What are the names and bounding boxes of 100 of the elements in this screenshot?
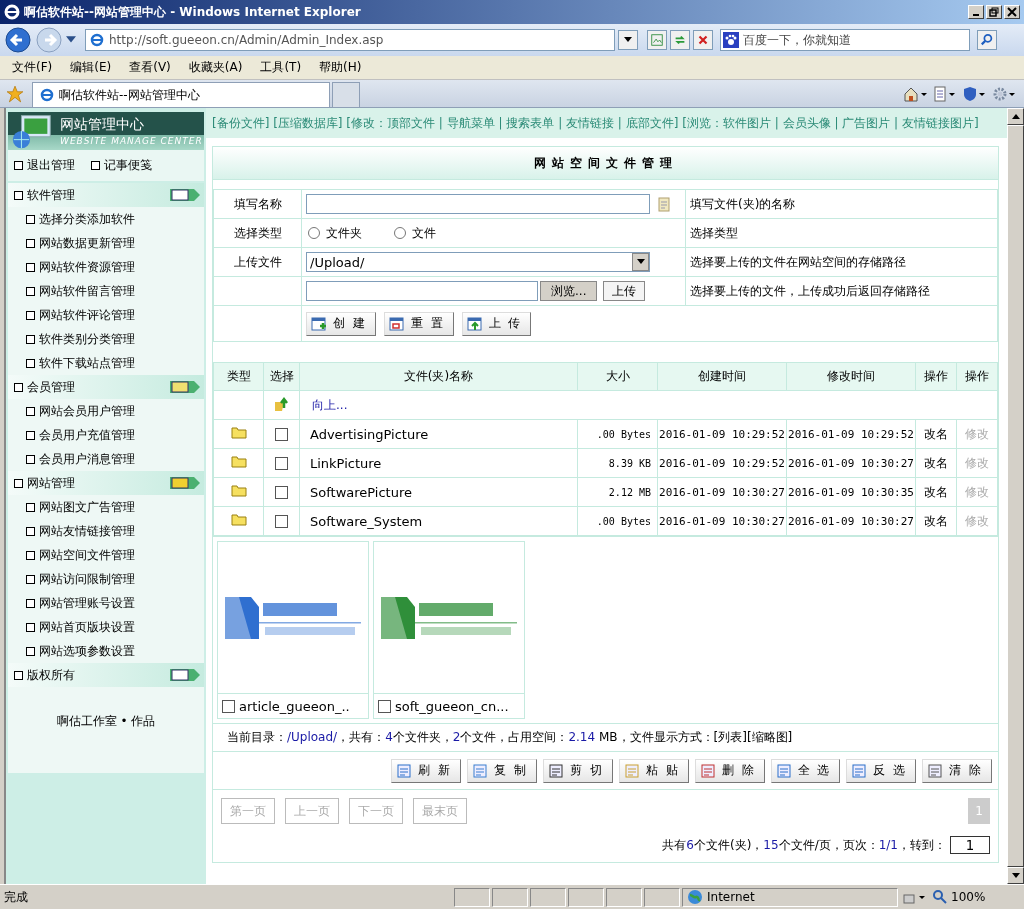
gear-icon[interactable] — [992, 85, 1018, 102]
address-dropdown-button[interactable] — [618, 30, 638, 50]
sidebar-item[interactable]: 网站选项参数设置 — [8, 639, 204, 663]
dropdown-arrow-icon[interactable] — [66, 36, 76, 44]
page-menu-icon[interactable] — [932, 85, 958, 102]
refresh-button[interactable] — [670, 30, 690, 50]
search-icon — [980, 33, 994, 47]
back-button[interactable] — [4, 26, 32, 54]
menu-item[interactable]: 帮助(H) — [313, 57, 368, 78]
file-size: .00 Bytes — [596, 515, 651, 527]
sidebar-item[interactable]: 网站软件资源管理 — [8, 255, 204, 279]
checkbox[interactable] — [275, 486, 288, 499]
radio-button[interactable] — [394, 227, 406, 239]
file-input[interactable] — [306, 281, 538, 301]
name-input[interactable] — [306, 194, 650, 214]
bullet-icon — [26, 622, 35, 632]
sidebar-section[interactable]: 网站管理 — [8, 471, 204, 495]
security-zone: Internet — [707, 890, 755, 904]
search-field[interactable]: 百度一下，你就知道 — [720, 29, 970, 51]
favorites-star-icon[interactable] — [6, 85, 24, 103]
browser-tab[interactable]: 啊估软件站--网站管理中心 — [32, 82, 330, 107]
page-icon — [89, 32, 105, 48]
form-button[interactable]: 上 传 — [461, 311, 532, 336]
sidebar-item[interactable]: 网站访问限制管理 — [8, 567, 204, 591]
file-name[interactable]: SoftwarePicture — [310, 484, 412, 500]
search-button[interactable] — [977, 30, 997, 50]
menu-item[interactable]: 收藏夹(A) — [182, 57, 249, 78]
path-select[interactable]: /Upload/ — [306, 252, 650, 272]
action-button[interactable]: 刷 新 — [391, 758, 462, 783]
minimize-button[interactable] — [968, 5, 984, 19]
folder-icon — [230, 484, 247, 497]
zoom-icon — [932, 889, 948, 905]
sidebar-item[interactable]: 网站软件留言管理 — [8, 279, 204, 303]
goto-page-input[interactable]: 1 — [950, 836, 990, 854]
bullet-icon — [91, 161, 100, 170]
restore-button[interactable] — [986, 5, 1002, 19]
section-label: 版权所有 — [27, 666, 75, 684]
sidebar-item[interactable]: 软件下载站点管理 — [8, 351, 204, 375]
upload-button[interactable]: 上传 — [603, 281, 646, 301]
document-icon — [775, 762, 792, 779]
checkbox[interactable] — [275, 428, 288, 441]
browse-button[interactable]: 浏览... — [540, 281, 598, 301]
bullet-icon — [14, 382, 23, 392]
address-field[interactable]: http://soft.gueeon.cn/Admin/Admin_Index.asp — [85, 29, 615, 51]
file-name[interactable]: LinkPicture — [310, 455, 382, 471]
sidebar-item[interactable]: 会员用户消息管理 — [8, 447, 204, 471]
action-button[interactable]: 复 制 — [467, 758, 538, 783]
sidebar-item[interactable]: 会员用户充值管理 — [8, 423, 204, 447]
sidebar-item[interactable]: 网站首页版块设置 — [8, 615, 204, 639]
menu-item[interactable]: 编辑(E) — [64, 57, 118, 78]
checkbox[interactable] — [275, 457, 288, 470]
action-button[interactable]: 粘 贴 — [618, 758, 689, 783]
sidebar-section[interactable]: 版权所有 — [8, 663, 204, 687]
sidebar-item[interactable]: 选择分类添加软件 — [8, 207, 204, 231]
sidebar-link[interactable]: 退出管理 — [14, 157, 75, 174]
sidebar-item[interactable]: 网站图文广告管理 — [8, 495, 204, 519]
action-button[interactable]: 全 选 — [770, 758, 841, 783]
up-link[interactable]: 向上... — [312, 397, 348, 412]
thumbnail-caption[interactable]: article_gueeon_.. — [239, 698, 350, 714]
sidebar-item[interactable]: 网站空间文件管理 — [8, 543, 204, 567]
sidebar-item[interactable]: 网站数据更新管理 — [8, 231, 204, 255]
action-button[interactable]: 反 选 — [846, 758, 917, 783]
sidebar-link[interactable]: 记事便笺 — [91, 157, 152, 174]
sidebar-section[interactable]: 会员管理 — [8, 375, 204, 399]
sidebar-section[interactable]: 软件管理 — [8, 183, 204, 207]
sidebar-item[interactable]: 网站会员用户管理 — [8, 399, 204, 423]
menu-item[interactable]: 工具(T) — [254, 57, 308, 78]
sidebar-item[interactable]: 网站软件评论管理 — [8, 303, 204, 327]
column-header: 修改时间 — [827, 369, 875, 383]
field-hint: 选择要上传的文件，上传成功后返回存储路径 — [690, 283, 930, 298]
shield-icon[interactable] — [962, 85, 988, 102]
modified-time: 2016-01-09 10:30:27 — [788, 514, 914, 528]
folder-icon — [230, 455, 247, 468]
clipboard-icon[interactable] — [656, 196, 672, 212]
scroll-up-button[interactable] — [1007, 108, 1024, 125]
sidebar-item[interactable]: 网站友情链接管理 — [8, 519, 204, 543]
action-button[interactable]: 剪 切 — [543, 758, 613, 783]
home-icon[interactable] — [902, 85, 928, 102]
menu-item[interactable]: 文件(F) — [6, 57, 59, 78]
folder-up-icon[interactable] — [273, 395, 290, 412]
checkbox[interactable] — [378, 699, 391, 713]
close-button[interactable] — [1004, 5, 1020, 19]
form-button[interactable]: 创 建 — [306, 311, 376, 336]
sidebar-item[interactable]: 软件类别分类管理 — [8, 327, 204, 351]
menu-item[interactable]: 查看(V) — [123, 57, 177, 78]
thumbnail-caption[interactable]: soft_gueeon_cn... — [395, 698, 509, 714]
radio-button[interactable] — [308, 227, 320, 239]
checkbox[interactable] — [222, 699, 235, 713]
form-button[interactable]: 重 置 — [383, 311, 454, 336]
sidebar-item[interactable]: 网站管理账号设置 — [8, 591, 204, 615]
action-button[interactable]: 清 除 — [922, 758, 992, 783]
scroll-down-button[interactable] — [1007, 867, 1024, 884]
bullet-icon — [26, 286, 35, 296]
checkbox[interactable] — [275, 515, 288, 528]
zoom-level[interactable]: 100% — [928, 889, 1020, 905]
stop-button[interactable] — [693, 30, 713, 50]
action-button[interactable]: 删 除 — [694, 758, 765, 783]
upload-icon — [466, 315, 483, 332]
bullet-icon — [26, 430, 35, 440]
radio-label: 文件夹 — [326, 224, 362, 242]
